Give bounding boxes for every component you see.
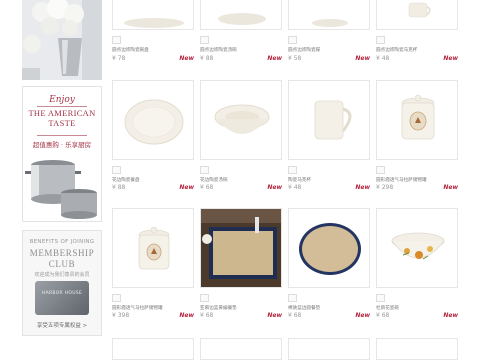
new-badge: New (355, 184, 370, 191)
color-swatch[interactable] (376, 294, 385, 302)
deer-canister-image (138, 226, 170, 270)
product-image[interactable] (112, 0, 194, 30)
new-badge: New (355, 312, 370, 319)
member-card-image: HARBOR HOUSE (35, 281, 89, 315)
product-name[interactable]: 陶瓷马克杯 (288, 177, 370, 183)
product-name[interactable]: 亚麻边蓝黄编餐垫 (200, 305, 282, 311)
product-image[interactable] (376, 208, 458, 288)
product-price: ¥ 88 (200, 55, 214, 62)
membership-title-line1: MEMBERSHIP (29, 248, 95, 258)
color-swatch[interactable] (200, 36, 209, 44)
hydrangea-vase-image (22, 0, 102, 80)
taste-title-line2: TASTE (48, 118, 76, 128)
product-image[interactable] (288, 80, 370, 160)
product-name[interactable]: 圆点边饰陶瓷汤碗 (200, 47, 282, 53)
enjoy-script: Enjoy (49, 95, 75, 105)
product-name[interactable]: 杜鹃花瓷碗 (376, 305, 458, 311)
color-swatch[interactable] (200, 294, 209, 302)
color-swatch[interactable] (376, 166, 385, 174)
divider (37, 135, 87, 136)
membership-link[interactable]: 享受五项专属权益 > (23, 321, 101, 329)
new-badge: New (267, 184, 282, 191)
product-image[interactable] (112, 80, 194, 160)
product-image[interactable] (288, 208, 370, 288)
american-taste-banner[interactable]: Enjoy THE AMERICAN TASTE 超值惠购 · 乐享厨房 (22, 86, 102, 222)
new-badge: New (443, 312, 458, 319)
dot-rim-mug-image (408, 2, 431, 18)
floral-bowl-image (391, 232, 445, 260)
product-name[interactable]: 花边陶瓷餐盘 (112, 177, 194, 183)
color-swatch[interactable] (112, 294, 121, 302)
product-image[interactable] (200, 0, 282, 30)
product-price: ¥ 298 (376, 184, 394, 191)
product-name[interactable]: 棉质蓝边圆餐垫 (288, 305, 370, 311)
product-name[interactable]: 圆点边饰陶瓷碟 (288, 47, 370, 53)
product-price: ¥ 68 (288, 312, 302, 319)
new-badge: New (267, 55, 282, 62)
product-image[interactable] (200, 208, 282, 288)
dot-rim-saucer-image (312, 19, 348, 27)
color-swatch[interactable] (376, 36, 385, 44)
new-badge: New (179, 312, 194, 319)
product-image[interactable] (200, 338, 282, 360)
lace-rim-bowl-image (214, 104, 270, 134)
taste-subtitle: 超值惠购 · 乐享厨房 (32, 141, 92, 149)
new-badge: New (443, 55, 458, 62)
new-badge: New (267, 312, 282, 319)
lace-rim-plate-image (124, 99, 184, 145)
product-price: ¥ 68 (200, 184, 214, 191)
product-image[interactable] (376, 80, 458, 160)
new-badge: New (179, 184, 194, 191)
product-image[interactable] (288, 0, 370, 30)
deer-canister-image (401, 94, 435, 140)
product-image[interactable] (112, 338, 194, 360)
member-card-text: HARBOR HOUSE (41, 291, 83, 296)
product-image[interactable] (376, 0, 458, 30)
product-name[interactable]: 圆形鹿透气马拉萨储物罐 (376, 177, 458, 183)
placemat-table-image (201, 209, 281, 287)
product-name[interactable]: 圆形鹿透气马拉萨储物罐 (112, 305, 194, 311)
product-image[interactable] (288, 338, 370, 360)
membership-title-line2: CLUB (48, 259, 76, 269)
membership-kicker: BENEFITS OF JOINING (29, 239, 95, 245)
product-price: ¥ 68 (376, 312, 390, 319)
product-name[interactable]: 花边陶瓷汤碗 (200, 177, 282, 183)
product-price: ¥ 398 (112, 312, 130, 319)
membership-banner[interactable]: BENEFITS OF JOINING MEMBERSHIP CLUB 欢迎成为… (22, 230, 102, 336)
color-swatch[interactable] (288, 294, 297, 302)
membership-note: 欢迎成为我们尊贵的会员 (34, 272, 90, 278)
product-price: ¥ 88 (112, 184, 126, 191)
product-price: ¥ 48 (376, 55, 390, 62)
color-swatch[interactable] (112, 166, 121, 174)
dot-rim-bowl-image (218, 13, 266, 25)
hydrangea-banner[interactable] (22, 0, 102, 80)
product-price: ¥ 68 (200, 312, 214, 319)
divider (37, 106, 87, 107)
product-image[interactable] (112, 208, 194, 288)
product-image[interactable] (200, 80, 282, 160)
stockpot-image (25, 160, 97, 219)
color-swatch[interactable] (112, 36, 121, 44)
round-placemat-image (299, 223, 361, 275)
new-badge: New (355, 55, 370, 62)
color-swatch[interactable] (288, 166, 297, 174)
product-price: ¥ 48 (288, 184, 302, 191)
color-swatch[interactable] (200, 166, 209, 174)
product-price: ¥ 58 (288, 55, 302, 62)
color-swatch[interactable] (288, 36, 297, 44)
product-name[interactable]: 圆点边饰陶瓷马克杯 (376, 47, 458, 53)
new-badge: New (443, 184, 458, 191)
product-price: ¥ 78 (112, 55, 126, 62)
taste-title: THE AMERICAN TASTE (23, 108, 101, 128)
taste-title-line1: THE AMERICAN (28, 108, 96, 118)
product-image[interactable] (376, 338, 458, 360)
dot-rim-dinner-plate-image (124, 18, 184, 28)
product-name[interactable]: 圆点边饰陶瓷碗盘 (112, 47, 194, 53)
ceramic-mug-image (314, 100, 352, 140)
membership-title: MEMBERSHIP CLUB (23, 248, 101, 270)
new-badge: New (179, 55, 194, 62)
